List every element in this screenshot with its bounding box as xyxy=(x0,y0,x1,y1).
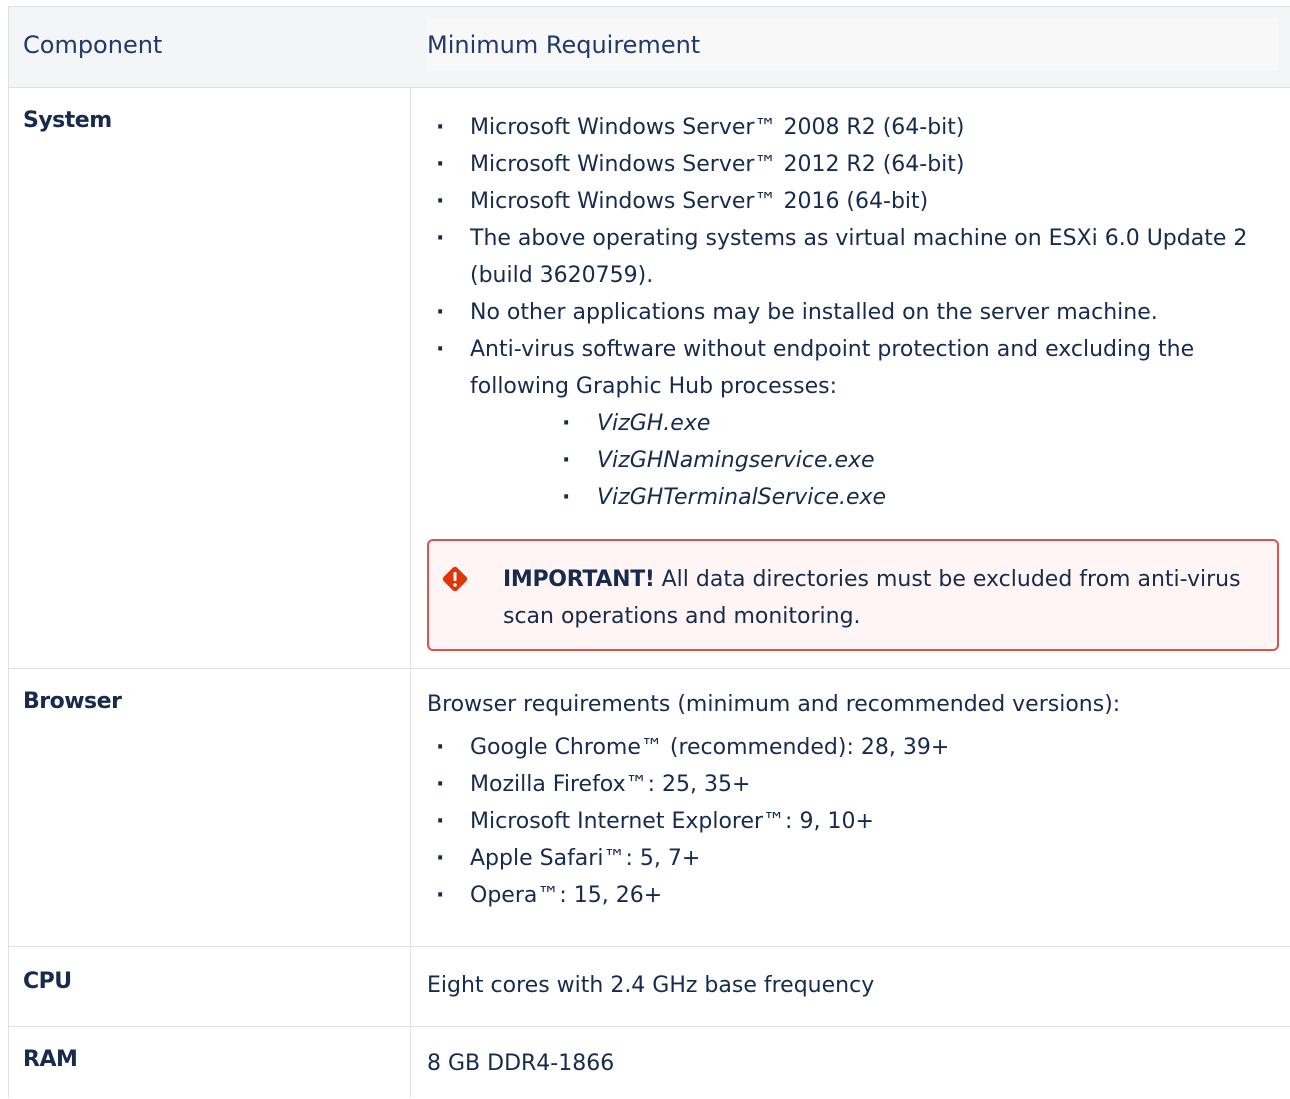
row-label-ram: RAM xyxy=(23,1047,78,1072)
table-row-browser: Browser Browser requirements (minimum an… xyxy=(9,669,1290,947)
requirements-table: Component Minimum Requirement System Mic… xyxy=(8,6,1290,1098)
list-item: Apple Safari™: 5, 7+ xyxy=(427,840,1287,877)
browser-requirements: Browser requirements (minimum and recomm… xyxy=(427,686,1287,914)
alert-message: IMPORTANT! All data directories must be … xyxy=(503,561,1263,635)
table-row-cpu: CPU Eight cores with 2.4 GHz base freque… xyxy=(9,947,1290,1027)
browser-intro: Browser requirements (minimum and recomm… xyxy=(427,692,1121,717)
header-component: Component xyxy=(14,19,396,71)
list-item: Microsoft Windows Server™ 2016 (64-bit) xyxy=(427,183,1287,220)
row-label-cpu: CPU xyxy=(23,969,72,994)
warning-diamond-icon xyxy=(442,566,468,592)
ram-value: 8 GB DDR4-1866 xyxy=(427,1051,615,1076)
table-row-ram: RAM 8 GB DDR4-1866 xyxy=(9,1027,1290,1099)
list-item: The above operating systems as virtual m… xyxy=(427,220,1287,294)
list-item: Microsoft Internet Explorer™: 9, 10+ xyxy=(427,803,1287,840)
list-item: VizGH.exe xyxy=(427,405,1287,442)
list-item: Opera™: 15, 26+ xyxy=(427,877,1287,914)
important-alert: IMPORTANT! All data directories must be … xyxy=(427,539,1279,651)
list-item: Microsoft Windows Server™ 2012 R2 (64-bi… xyxy=(427,146,1287,183)
system-requirements: Microsoft Windows Server™ 2008 R2 (64-bi… xyxy=(427,109,1287,516)
row-label-system: System xyxy=(23,108,112,133)
header-minimum-requirement: Minimum Requirement xyxy=(427,19,1279,71)
list-item: VizGHNamingservice.exe xyxy=(427,442,1287,479)
browser-list: Google Chrome™ (recommended): 28, 39+ Mo… xyxy=(427,729,1287,914)
table-header-row: Component Minimum Requirement xyxy=(9,7,1290,88)
row-label-browser: Browser xyxy=(23,689,122,714)
list-item: Microsoft Windows Server™ 2008 R2 (64-bi… xyxy=(427,109,1287,146)
list-item: Anti-virus software without endpoint pro… xyxy=(427,331,1287,405)
list-item: Google Chrome™ (recommended): 28, 39+ xyxy=(427,729,1287,766)
process-list: VizGH.exe VizGHNamingservice.exe VizGHTe… xyxy=(427,405,1287,516)
cpu-value: Eight cores with 2.4 GHz base frequency xyxy=(427,973,875,998)
system-list: Microsoft Windows Server™ 2008 R2 (64-bi… xyxy=(427,109,1287,405)
list-item: Mozilla Firefox™: 25, 35+ xyxy=(427,766,1287,803)
list-item: VizGHTerminalService.exe xyxy=(427,479,1287,516)
alert-strong: IMPORTANT! xyxy=(503,567,655,592)
list-item: No other applications may be installed o… xyxy=(427,294,1287,331)
